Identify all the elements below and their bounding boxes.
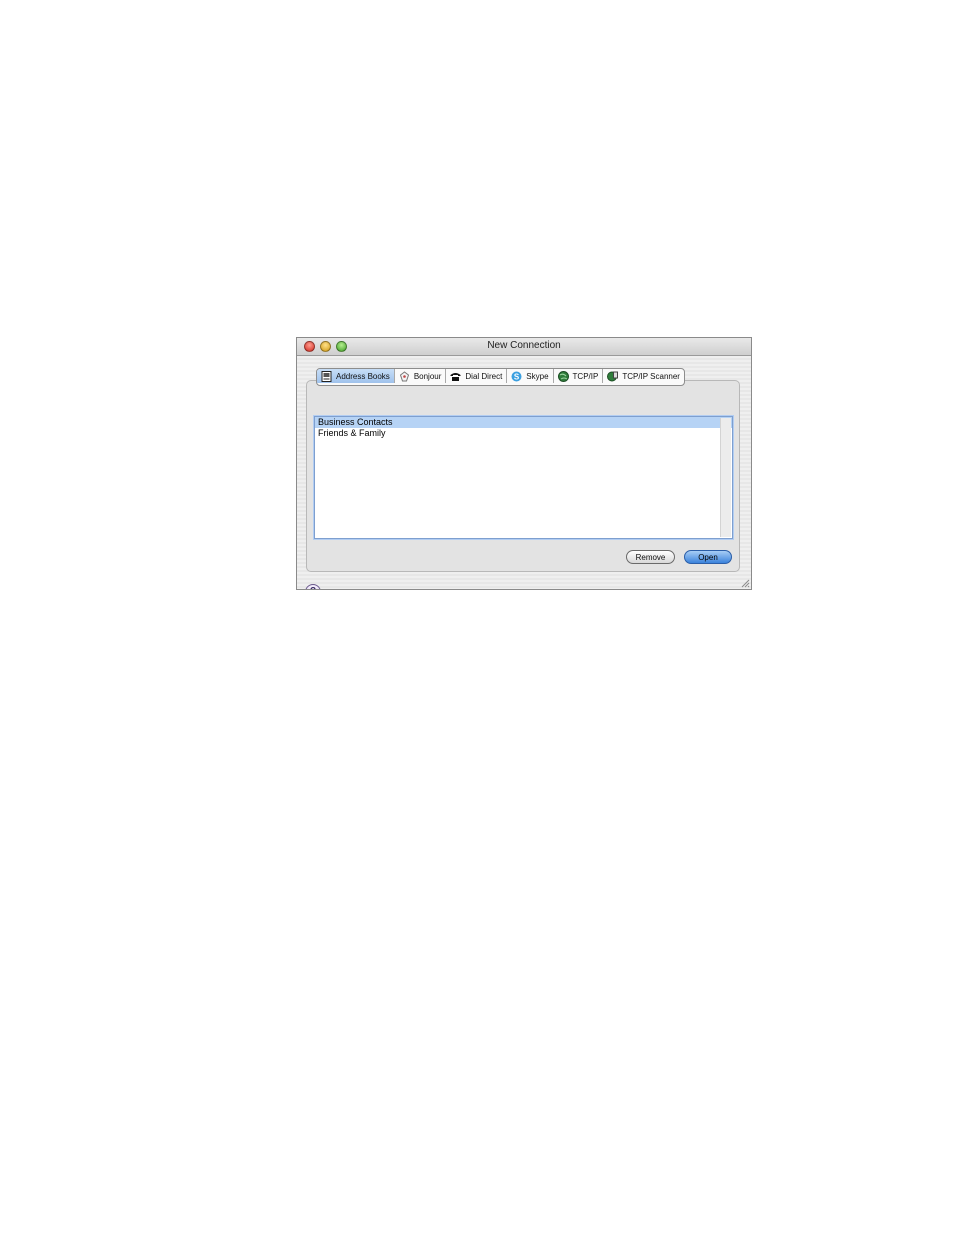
- tab-bonjour[interactable]: Bonjour: [395, 369, 447, 383]
- tab-tcp-ip-scanner[interactable]: TCP/IP Scanner: [603, 369, 684, 383]
- tab-label: Skype: [526, 371, 549, 381]
- tab-label: TCP/IP: [572, 371, 599, 381]
- skype-icon: S: [511, 371, 522, 381]
- resize-grip-icon[interactable]: [740, 578, 750, 588]
- tab-label: Bonjour: [413, 371, 442, 381]
- title-bar[interactable]: New Connection: [297, 338, 751, 356]
- globe-icon: [557, 370, 569, 382]
- phone-icon: [450, 372, 461, 381]
- tab-label: Dial Direct: [465, 371, 503, 381]
- tab-label: Address Books: [336, 371, 390, 381]
- tab-dial-direct[interactable]: Dial Direct: [446, 369, 508, 383]
- list-item[interactable]: Friends & Family: [315, 428, 732, 439]
- bonjour-icon: [399, 370, 409, 381]
- new-connection-window: New Connection Address Books Bonjour Dia…: [296, 337, 752, 590]
- svg-text:S: S: [514, 372, 520, 381]
- list-item[interactable]: Business Contacts: [315, 417, 732, 428]
- address-book-icon: [321, 370, 332, 382]
- help-button[interactable]: ?: [305, 584, 321, 589]
- window-content: Address Books Bonjour Dial Direct S Skyp…: [297, 356, 751, 589]
- tab-label: TCP/IP Scanner: [622, 371, 680, 381]
- open-button[interactable]: Open: [684, 550, 732, 564]
- address-book-list[interactable]: Business Contacts Friends & Family: [314, 416, 733, 539]
- window-title: New Connection: [487, 340, 561, 351]
- tab-skype[interactable]: S Skype: [507, 369, 554, 383]
- tab-address-books[interactable]: Address Books: [317, 369, 395, 383]
- tab-tcp-ip[interactable]: TCP/IP: [554, 369, 604, 383]
- globe-scanner-icon: [607, 371, 619, 381]
- remove-button[interactable]: Remove: [626, 550, 675, 564]
- list-scrollbar[interactable]: [720, 418, 731, 537]
- connection-type-tabs: Address Books Bonjour Dial Direct S Skyp…: [316, 368, 685, 386]
